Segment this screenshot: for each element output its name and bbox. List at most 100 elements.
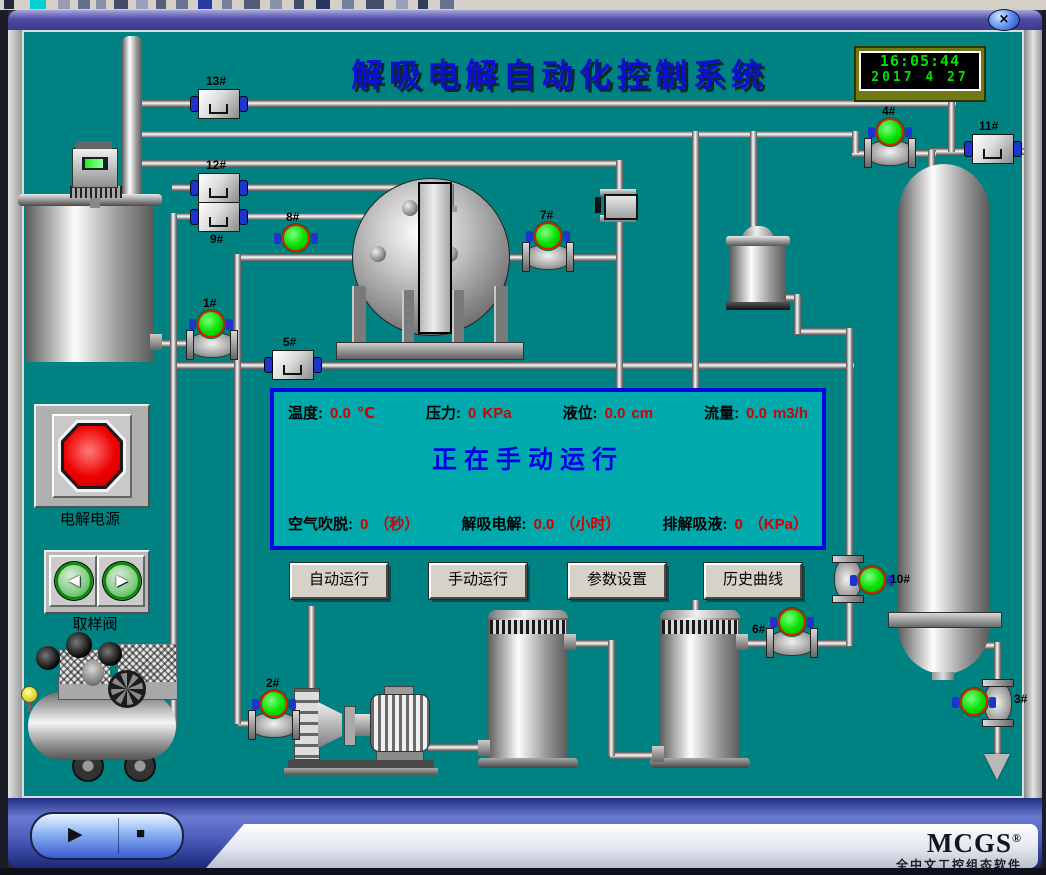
stop-icon[interactable]: ■ bbox=[136, 825, 145, 842]
counter-value: 0.0 bbox=[526, 516, 554, 533]
storage-tank-2 bbox=[660, 618, 740, 762]
auto-run-button[interactable]: 自动运行 bbox=[290, 563, 388, 599]
counter-value: 0 bbox=[353, 516, 368, 533]
metric-label: 压力: bbox=[426, 405, 461, 422]
toolbar-icon bbox=[58, 0, 70, 9]
manual-run-button[interactable]: 手动运行 bbox=[429, 563, 527, 599]
valve-6-light[interactable] bbox=[778, 608, 806, 636]
toolbar-icon bbox=[78, 0, 90, 9]
valve-13[interactable] bbox=[198, 89, 240, 119]
window-close-button[interactable]: × bbox=[988, 9, 1020, 31]
pump-motor bbox=[370, 694, 430, 752]
counter-discharge: 排解吸液:0（KPa） bbox=[662, 513, 808, 534]
valve-8-light[interactable] bbox=[282, 224, 310, 252]
pipe bbox=[852, 131, 859, 153]
valve-5[interactable] bbox=[272, 350, 314, 380]
tank-port bbox=[564, 634, 576, 650]
sampling-valve-label: 取样阀 bbox=[44, 613, 146, 634]
motor-led bbox=[85, 159, 103, 168]
column-outlet-stub bbox=[932, 672, 954, 680]
pipe bbox=[846, 596, 853, 646]
toolbar-icon bbox=[176, 0, 188, 9]
tank-outlet-port bbox=[150, 334, 162, 350]
counter-electrolysis: 解吸电解:0.0（小时） bbox=[461, 513, 620, 534]
valve-12[interactable] bbox=[198, 173, 240, 203]
toolbar-icon bbox=[316, 0, 330, 9]
flow-sensor bbox=[604, 194, 638, 220]
storage-tank-1 bbox=[488, 618, 568, 762]
pump-base bbox=[288, 760, 434, 768]
counters-row: 空气吹脱:0（秒） 解吸电解:0.0（小时） 排解吸液:0（KPa） bbox=[274, 513, 822, 534]
screen-edge bbox=[0, 10, 8, 870]
screen-edge bbox=[1042, 10, 1046, 870]
sensor-bracket bbox=[595, 197, 601, 213]
metric-unit: cm bbox=[625, 405, 653, 422]
scada-screen: × bbox=[0, 0, 1046, 875]
sampling-right-button[interactable]: ▶ bbox=[97, 555, 145, 607]
page-title: 解吸电解自动化控制系统 bbox=[300, 50, 820, 96]
metric-label: 液位: bbox=[563, 405, 598, 422]
counter-unit: （秒） bbox=[368, 516, 419, 533]
arrow-left-icon[interactable]: ◀ bbox=[55, 562, 93, 600]
desktop-toolbar-sliver bbox=[0, 0, 1046, 10]
sphere-column bbox=[418, 182, 452, 334]
logo-text: MCGS bbox=[927, 828, 1012, 858]
pump-shaft bbox=[355, 714, 371, 736]
compressor-fan-icon bbox=[108, 670, 146, 708]
sampling-left-button[interactable]: ◀ bbox=[49, 555, 97, 607]
valve-12-label: 12# bbox=[206, 158, 226, 172]
compressor-cylinder bbox=[66, 632, 92, 658]
metric-level: 液位:0.0cm bbox=[563, 402, 654, 423]
metric-label: 流量: bbox=[704, 405, 739, 422]
agitator-motor-cap bbox=[76, 141, 112, 149]
pipe bbox=[846, 328, 853, 568]
sphere-port bbox=[402, 200, 418, 216]
valve-1-light[interactable] bbox=[197, 310, 225, 338]
valve-4-light[interactable] bbox=[876, 118, 904, 146]
digital-clock: 16:05:44 2017 4 27 bbox=[854, 46, 986, 102]
mcgs-logo: MCGS® 全中文工控组态软件 bbox=[896, 825, 1022, 873]
valve-2-label: 2# bbox=[266, 676, 279, 690]
metric-unit: KPa bbox=[476, 405, 511, 422]
storage-tank-1-vents bbox=[490, 620, 566, 634]
toolbar-icon bbox=[396, 0, 408, 9]
toolbar-icon bbox=[244, 0, 260, 9]
electrolysis-power-button[interactable] bbox=[64, 426, 120, 486]
metric-unit: ℃ bbox=[351, 405, 375, 422]
valve-3-light[interactable] bbox=[960, 688, 988, 716]
valve-9[interactable] bbox=[198, 202, 240, 232]
toolbar-icon bbox=[342, 0, 354, 9]
valve-2-light[interactable] bbox=[260, 690, 288, 718]
valve-7-light[interactable] bbox=[534, 222, 562, 250]
toolbar-icon bbox=[114, 0, 128, 9]
valve-11[interactable] bbox=[972, 134, 1014, 164]
sphere-stand-leg bbox=[402, 290, 414, 344]
pipe bbox=[608, 640, 615, 756]
play-icon[interactable]: ▶ bbox=[68, 823, 83, 846]
sphere-stand-base bbox=[336, 342, 524, 360]
filter-vessel bbox=[730, 246, 786, 304]
param-setup-button[interactable]: 参数设置 bbox=[568, 563, 666, 599]
divider bbox=[118, 818, 119, 854]
counter-air-strip: 空气吹脱:0（秒） bbox=[288, 513, 419, 534]
compressor-funnel bbox=[82, 660, 104, 686]
arrow-right-icon[interactable]: ▶ bbox=[103, 562, 141, 600]
toolbar-icon bbox=[440, 0, 454, 9]
metric-value: 0.0 bbox=[323, 405, 351, 422]
toolbar-icon bbox=[30, 0, 46, 9]
metric-flow: 流量:0.0m3/h bbox=[704, 402, 808, 423]
valve-8-label: 8# bbox=[286, 210, 299, 224]
metric-unit: m3/h bbox=[767, 405, 808, 422]
window-titlebar[interactable] bbox=[8, 10, 1042, 30]
run-status-text: 正在手动运行 bbox=[274, 440, 782, 476]
metric-label: 温度: bbox=[288, 405, 323, 422]
tank-port bbox=[478, 740, 490, 756]
sphere-stand-leg bbox=[494, 286, 508, 344]
history-curve-button[interactable]: 历史曲线 bbox=[704, 563, 802, 599]
compressor-tank bbox=[28, 692, 176, 760]
vent-stack bbox=[122, 36, 142, 204]
drain-arrow-icon bbox=[984, 754, 1010, 780]
filter-vessel-base bbox=[726, 302, 790, 310]
electrolysis-column bbox=[898, 210, 990, 616]
valve-10-light[interactable] bbox=[858, 566, 886, 594]
